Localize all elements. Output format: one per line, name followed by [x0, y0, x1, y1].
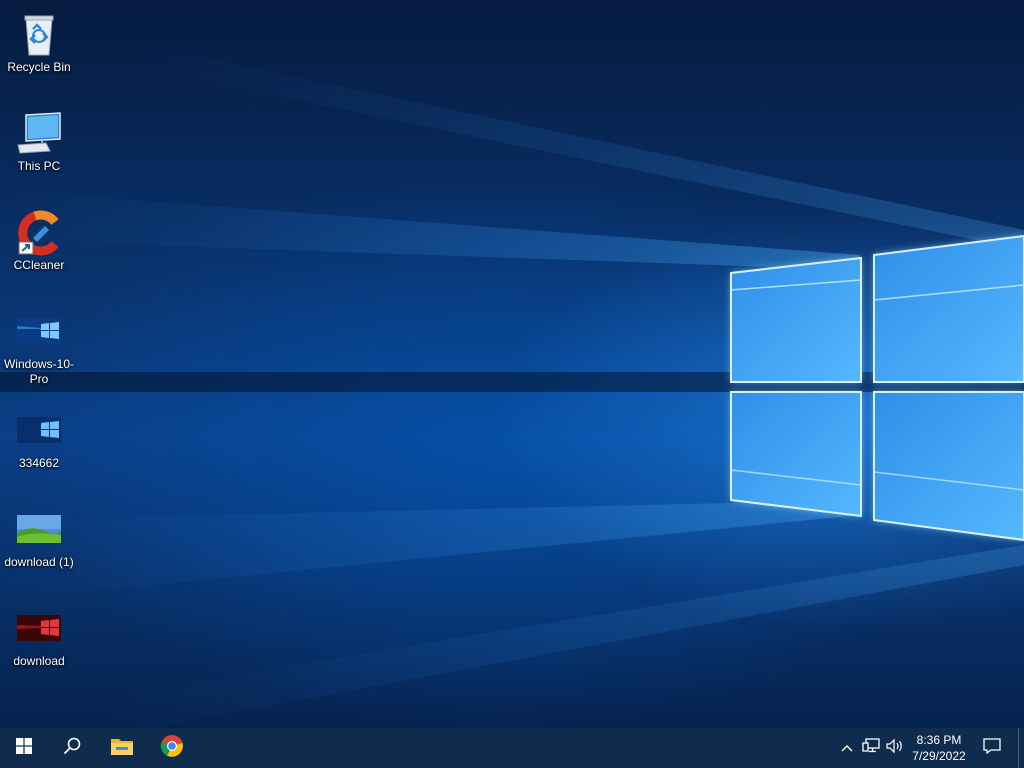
- desktop-icon-label: download: [13, 654, 65, 668]
- search-icon: [63, 737, 81, 760]
- desktop-icon-label: Recycle Bin: [7, 60, 71, 74]
- desktop-icon-download-1[interactable]: download (1): [0, 499, 78, 589]
- show-desktop-button[interactable]: [1018, 728, 1024, 768]
- clock-time: 8:36 PM: [916, 733, 962, 747]
- network-icon: [862, 737, 880, 759]
- ccleaner-icon: [15, 208, 63, 256]
- show-hidden-icons-button[interactable]: [837, 728, 857, 768]
- action-center-icon: [983, 737, 1001, 759]
- image-file-icon: [15, 406, 63, 454]
- desktop-icon-334662[interactable]: 334662: [0, 400, 78, 490]
- image-file-icon: [15, 505, 63, 553]
- desktop-wallpaper: [0, 0, 1024, 728]
- image-file-icon: [15, 604, 63, 652]
- desktop-icon-this-pc[interactable]: This PC: [0, 103, 78, 193]
- chevron-up-icon: [841, 739, 853, 757]
- image-file-icon: [15, 307, 63, 355]
- recycle-bin-icon: [15, 10, 63, 58]
- desktop-icon-label: Windows-10-Pro: [3, 357, 75, 386]
- file-explorer-taskbar-button[interactable]: [98, 728, 146, 768]
- taskbar: 8:36 PM 7/29/2022: [0, 728, 1024, 768]
- desktop-icon-download[interactable]: download: [0, 598, 78, 688]
- computer-icon: [15, 109, 63, 157]
- file-explorer-icon: [110, 736, 134, 761]
- windows-logo-wallpaper-art: [0, 40, 1024, 728]
- desktop-icon-windows-10-pro[interactable]: Windows-10-Pro: [0, 301, 78, 391]
- chrome-taskbar-button[interactable]: [148, 728, 196, 768]
- desktop-icon-label: 334662: [18, 456, 60, 470]
- network-tray-button[interactable]: [860, 728, 882, 768]
- windows-start-icon: [16, 737, 32, 759]
- desktop-icon-ccleaner[interactable]: CCleaner: [0, 202, 78, 292]
- taskbar-clock[interactable]: 8:36 PM 7/29/2022: [898, 728, 980, 768]
- chrome-icon: [160, 734, 184, 763]
- desktop-icon-label: CCleaner: [13, 258, 65, 272]
- desktop-icon-recycle-bin[interactable]: Recycle Bin: [0, 4, 78, 94]
- desktop-icon-label: This PC: [17, 159, 61, 173]
- clock-date: 7/29/2022: [912, 749, 966, 763]
- desktop-icon-label: download (1): [4, 555, 74, 569]
- search-button[interactable]: [48, 728, 96, 768]
- action-center-button[interactable]: [980, 728, 1004, 768]
- start-button[interactable]: [0, 728, 48, 768]
